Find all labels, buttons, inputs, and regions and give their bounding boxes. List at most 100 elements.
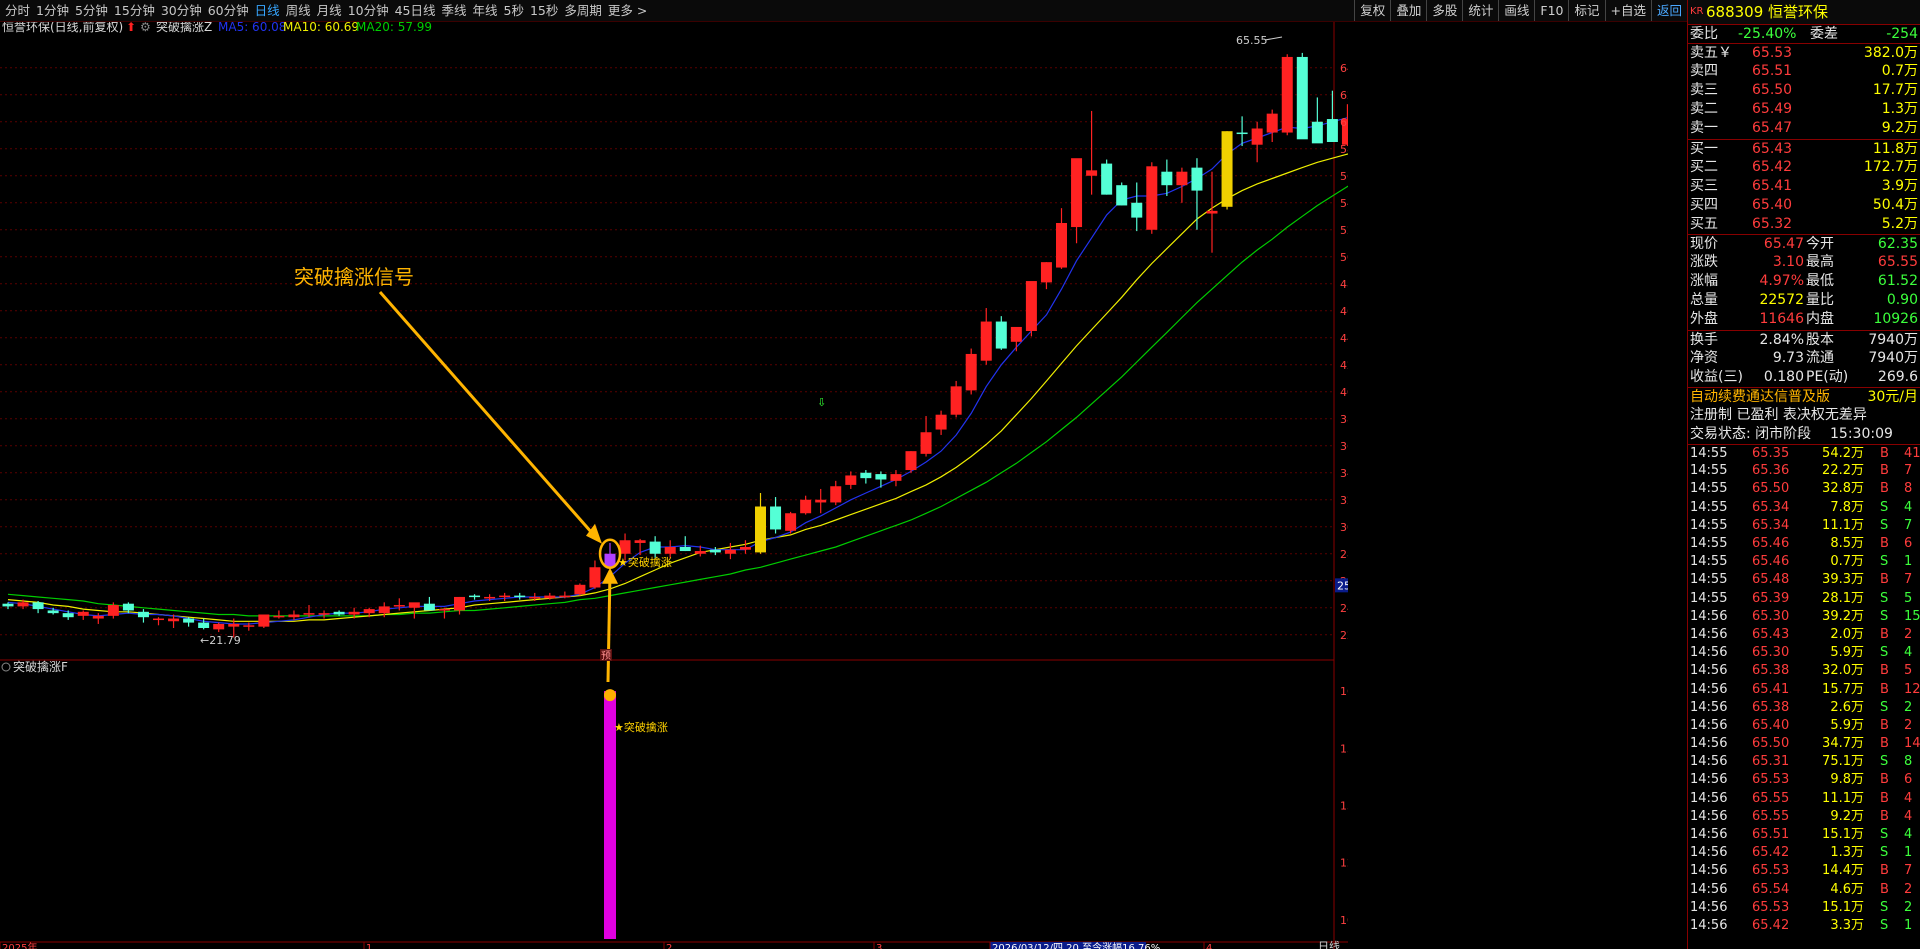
- info-label: 净资: [1690, 349, 1718, 366]
- tick-price: 65.38: [1752, 699, 1790, 715]
- tick-row: 14:55 65.50 32.8万 B 8: [1688, 480, 1920, 498]
- candle: [333, 610, 345, 616]
- stat-row: 涨幅 4.97% 最低 61.52: [1688, 272, 1920, 291]
- stat-row: 总量 22572 量比 0.90: [1688, 291, 1920, 310]
- arrow-head-icon: [602, 567, 618, 584]
- date-tick-label: 2: [666, 943, 672, 949]
- candle-body: [1236, 132, 1248, 135]
- tick-price: 65.42: [1752, 845, 1790, 861]
- tick-row: 14:56 65.51 15.1万 S 4: [1688, 826, 1920, 844]
- tick-count: 1: [1904, 917, 1913, 933]
- annotation-arrow-up: [606, 571, 612, 683]
- trade-status-row: 交易状态: 闭市阶段 15:30:09: [1688, 425, 1920, 444]
- candle-body: [318, 613, 330, 615]
- candle-body: [860, 472, 872, 479]
- info-label: 流通: [1806, 349, 1834, 366]
- tick-time: 14:56: [1690, 827, 1728, 842]
- candle-body: [393, 605, 405, 607]
- tick-side: S: [1880, 899, 1889, 915]
- tick-time: 14:56: [1690, 663, 1728, 679]
- ask-label: 卖二: [1690, 101, 1718, 118]
- candle-body: [303, 613, 315, 615]
- candle: [469, 594, 481, 600]
- listing-info: 注册制 已盈利 表决权无差异: [1690, 406, 1867, 423]
- tick-count: 41: [1904, 446, 1920, 462]
- candle-body: [694, 551, 706, 554]
- candle-body: [965, 353, 977, 391]
- period-tab[interactable]: 15分钟: [111, 0, 158, 22]
- tool-button[interactable]: 多股: [1426, 0, 1462, 21]
- stat-label: 今开: [1806, 236, 1834, 253]
- period-tab[interactable]: 年线: [470, 0, 501, 22]
- tick-side: S: [1880, 845, 1889, 861]
- tick-side: B: [1880, 881, 1889, 897]
- tool-button[interactable]: F10: [1534, 0, 1568, 21]
- period-tab[interactable]: 10分钟: [345, 0, 392, 22]
- tick-count: 6: [1904, 772, 1913, 788]
- period-tab[interactable]: 60分钟: [205, 0, 252, 22]
- bid-price: 65.40: [1752, 196, 1793, 213]
- tick-price: 65.46: [1752, 554, 1790, 570]
- candle: [438, 607, 450, 619]
- period-tab[interactable]: 5分钟: [72, 0, 111, 22]
- tick-count: 7: [1904, 517, 1913, 533]
- gear-icon[interactable]: [1, 662, 11, 672]
- price-tick-label: 28.00: [1340, 548, 1348, 561]
- kline-chart[interactable]: 恒誉环保(日线,前复权) ⬆ ⚙ 突破擒涨Z MA5: 60.08 MA10: …: [0, 22, 1348, 949]
- candle: [1176, 167, 1188, 203]
- period-tab[interactable]: 5秒: [501, 0, 527, 22]
- candle: [1146, 162, 1158, 234]
- chart-grid: [0, 22, 1348, 949]
- candle-body: [559, 595, 571, 598]
- tick-price: 65.34: [1752, 499, 1790, 515]
- annotation-title: 突破擒涨信号: [294, 265, 414, 289]
- tool-button[interactable]: 标记: [1568, 0, 1604, 21]
- candle: [273, 610, 285, 619]
- candle-body: [739, 547, 751, 550]
- gear-icon[interactable]: ⚙: [140, 22, 151, 34]
- candle-body: [1040, 262, 1052, 283]
- tick-row: 14:55 65.36 22.2万 B 7: [1688, 462, 1920, 480]
- candle-body: [454, 596, 465, 611]
- tick-price: 65.55: [1752, 790, 1790, 806]
- period-tab[interactable]: 45日线: [392, 0, 439, 22]
- candle-body: [348, 611, 360, 615]
- period-tab[interactable]: 周线: [283, 0, 314, 22]
- bid-label: 买一: [1690, 140, 1718, 157]
- period-tabs: 分时 1分钟 5分钟 15分钟 30分钟 60分钟 日线 周线 月线 10分钟 45日线 季线 年线 5秒…: [0, 0, 650, 22]
- period-tab[interactable]: 季线: [439, 0, 470, 22]
- tool-button[interactable]: 画线: [1498, 0, 1534, 21]
- tick-time: 14:56: [1690, 754, 1728, 770]
- candle-body: [845, 475, 857, 485]
- date-tick-label: 1: [366, 943, 372, 949]
- ad-row[interactable]: 自动续费通达信普及版 30元/月: [1688, 386, 1920, 406]
- stat-value: 65.47: [1763, 236, 1804, 253]
- period-tab[interactable]: 1分钟: [33, 0, 72, 22]
- tool-button[interactable]: 叠加: [1390, 0, 1426, 21]
- period-tab[interactable]: 日线: [252, 0, 283, 22]
- tick-row: 14:56 65.53 9.8万 B 6: [1688, 771, 1920, 789]
- candle: [1296, 52, 1308, 140]
- period-tab[interactable]: 月线: [314, 0, 345, 22]
- candle: [1281, 54, 1293, 136]
- tool-button[interactable]: 返回: [1650, 0, 1687, 21]
- period-tab[interactable]: 15秒: [527, 0, 561, 22]
- tick-row: 14:56 65.30 39.2万 S 15: [1688, 608, 1920, 626]
- tick-side: B: [1880, 572, 1889, 588]
- tool-button[interactable]: 复权: [1354, 0, 1390, 21]
- ask-volume: 382.0万: [1863, 45, 1918, 62]
- period-tab[interactable]: 30分钟: [158, 0, 205, 22]
- period-tab[interactable]: 分时: [2, 0, 33, 22]
- tool-button[interactable]: +自选: [1604, 0, 1651, 21]
- tick-time: 14:55: [1690, 481, 1728, 497]
- tick-volume: 9.8万: [1830, 772, 1864, 788]
- candle-body: [1086, 170, 1098, 176]
- tool-button[interactable]: 统计: [1462, 0, 1498, 21]
- period-tab[interactable]: 多周期: [561, 0, 605, 22]
- tick-time: 14:55: [1690, 446, 1728, 462]
- tick-volume: 8.5万: [1830, 536, 1864, 551]
- period-tab[interactable]: 更多 >: [605, 0, 650, 22]
- price-tick-label: 22.00: [1340, 629, 1348, 642]
- tick-row: 14:56 65.41 15.7万 B 12: [1688, 681, 1920, 699]
- candle-body: [785, 513, 797, 531]
